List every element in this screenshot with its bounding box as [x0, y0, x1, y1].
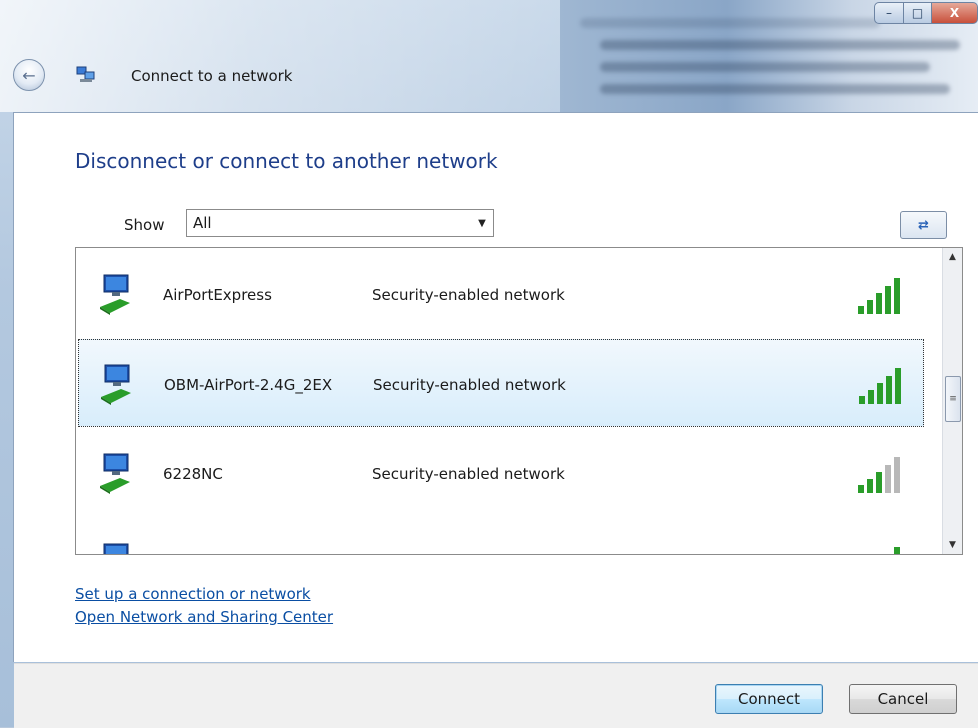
signal-strength-icon — [858, 457, 900, 493]
scroll-down-icon[interactable]: ▼ — [943, 536, 962, 554]
cancel-button[interactable]: Cancel — [849, 684, 957, 714]
dialog-footer: Connect Cancel — [14, 663, 978, 728]
show-filter-value: All — [193, 214, 212, 232]
show-filter-dropdown[interactable]: All ▼ — [186, 209, 494, 237]
refresh-icon: ⇄ — [918, 217, 929, 233]
network-row[interactable]: 6228NC Security-enabled network — [78, 429, 924, 517]
network-connect-icon — [76, 66, 95, 82]
window-controls: – □ X — [874, 2, 978, 24]
window-title: Connect to a network — [131, 67, 293, 85]
network-name: OBM-AirPort-2.4G_2EX — [164, 376, 333, 394]
scroll-up-icon[interactable]: ▲ — [943, 248, 962, 266]
signal-strength-icon — [894, 547, 900, 554]
dialog-content: Disconnect or connect to another network… — [13, 112, 978, 728]
back-button[interactable]: ← — [13, 59, 45, 91]
scroll-thumb[interactable]: ≡ — [945, 376, 961, 422]
signal-strength-icon — [859, 368, 901, 404]
back-arrow-icon: ← — [22, 65, 36, 85]
network-row[interactable]: AirPortExpress Security-enabled network — [78, 250, 924, 338]
network-security: Security-enabled network — [373, 376, 566, 394]
setup-connection-link[interactable]: Set up a connection or network — [75, 585, 311, 603]
window-chrome: – □ X ← Connect to a network Disconnect … — [0, 0, 978, 728]
show-label: Show — [124, 216, 165, 234]
wireless-network-icon — [100, 274, 130, 315]
wireless-network-icon — [100, 453, 130, 494]
network-name: AirPortExpress — [163, 286, 272, 304]
wireless-network-icon — [103, 543, 129, 554]
network-security: Security-enabled network — [372, 465, 565, 483]
network-security: Security-enabled network — [372, 286, 565, 304]
network-row-partial[interactable] — [78, 519, 924, 554]
chevron-down-icon: ▼ — [478, 217, 486, 229]
network-list: AirPortExpress Security-enabled network — [75, 247, 963, 555]
connect-button[interactable]: Connect — [715, 684, 823, 714]
network-name: 6228NC — [163, 465, 223, 483]
page-heading: Disconnect or connect to another network — [75, 149, 498, 173]
signal-strength-icon — [858, 278, 900, 314]
minimize-button[interactable]: – — [874, 2, 904, 24]
maximize-button[interactable]: □ — [904, 2, 932, 24]
refresh-button[interactable]: ⇄ — [900, 211, 947, 239]
wireless-network-icon — [101, 364, 131, 405]
list-scrollbar[interactable]: ▲ ≡ ▼ — [942, 248, 962, 554]
network-sharing-center-link[interactable]: Open Network and Sharing Center — [75, 608, 333, 626]
close-button[interactable]: X — [932, 2, 978, 24]
network-row-selected[interactable]: OBM-AirPort-2.4G_2EX Security-enabled ne… — [78, 339, 924, 427]
